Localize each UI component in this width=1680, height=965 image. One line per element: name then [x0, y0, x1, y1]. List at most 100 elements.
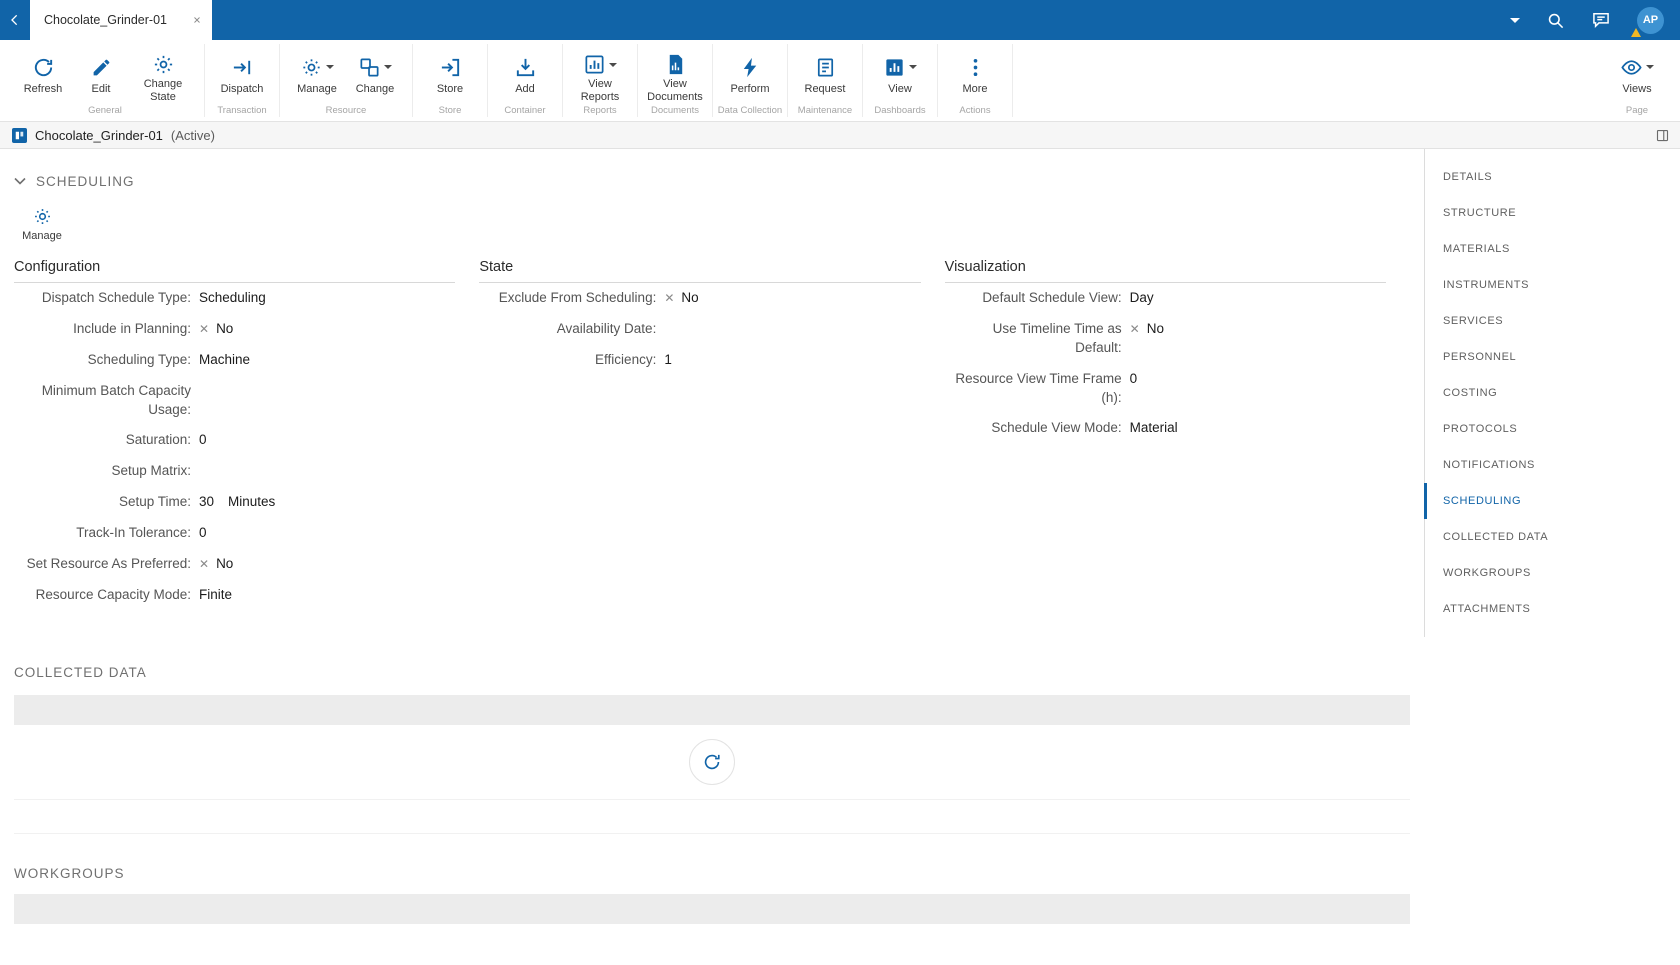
avatar[interactable]: AP	[1631, 6, 1664, 37]
sidebar-item-structure[interactable]: STRUCTURE	[1425, 195, 1680, 231]
button-label: More	[962, 83, 988, 95]
sidebar-item-attachments[interactable]: ATTACHMENTS	[1425, 591, 1680, 627]
field-value: 30 Minutes	[199, 493, 275, 512]
field-label: Setup Time:	[118, 494, 191, 510]
field-value: 1	[664, 351, 672, 370]
collapse-chevron-icon[interactable]	[1507, 17, 1520, 23]
button-label: Dispatch	[220, 83, 264, 95]
change-state-icon	[152, 53, 175, 76]
button-label: Views	[1622, 83, 1652, 95]
tab-close-icon[interactable]	[192, 15, 202, 25]
field-row: Resource View Time Frame (h): 0	[945, 364, 1386, 414]
field-row: Use Timeline Time as Default: ✕ No	[945, 314, 1386, 364]
sidebar-item-materials[interactable]: MATERIALS	[1425, 231, 1680, 267]
group-label: Data Collection	[717, 105, 783, 116]
manage-button[interactable]: Manage	[288, 50, 346, 101]
report-chart-icon	[585, 55, 604, 74]
field-value-text: 0	[1129, 370, 1138, 386]
section-title: WORKGROUPS	[14, 866, 125, 882]
sidebar-item-workgroups[interactable]: WORKGROUPS	[1425, 555, 1680, 591]
button-label: Refresh	[23, 83, 63, 95]
false-icon: ✕	[199, 557, 210, 572]
change-button[interactable]: Change	[346, 50, 404, 101]
field-row: Set Resource As Preferred: ✕ No	[14, 549, 455, 580]
chevron-down-icon	[14, 177, 26, 185]
workgroups-section-header[interactable]: WORKGROUPS	[14, 864, 1410, 884]
button-label: Change	[355, 83, 395, 95]
field-value: ✕ No	[199, 555, 233, 574]
scheduling-section-header[interactable]: SCHEDULING	[14, 171, 1410, 191]
sidebar-item-instruments[interactable]: INSTRUMENTS	[1425, 267, 1680, 303]
field-value-text: No	[681, 290, 699, 305]
field-label: Set Resource As Preferred:	[26, 556, 191, 572]
sidebar-item-costing[interactable]: COSTING	[1425, 375, 1680, 411]
column-header: Configuration	[14, 259, 456, 283]
dispatch-button[interactable]: Dispatch	[213, 50, 271, 101]
tab-chocolate-grinder-01[interactable]: Chocolate_Grinder-01	[30, 0, 212, 40]
ribbon-group-reports: View Reports Reports	[563, 44, 638, 117]
view-dashboards-button[interactable]: View	[871, 50, 929, 101]
ribbon-group-data-collection: Perform Data Collection	[713, 44, 788, 117]
refresh-button[interactable]: Refresh	[14, 50, 72, 101]
button-label: View Documents	[647, 78, 703, 103]
sidebar-item-details[interactable]: DETAILS	[1425, 159, 1680, 195]
visualization-fields: Default Schedule View: Day Use Timeline Ti…	[945, 283, 1386, 444]
group-label: Store	[438, 105, 462, 116]
edit-button[interactable]: Edit	[72, 50, 130, 101]
views-button[interactable]: Views	[1608, 50, 1666, 101]
sidebar-item-notifications[interactable]: NOTIFICATIONS	[1425, 447, 1680, 483]
field-value-text: Finite	[199, 586, 233, 602]
field-label: Resource View Time Frame (h):	[955, 370, 1122, 405]
messages-icon[interactable]	[1591, 10, 1611, 30]
ribbon-group-maintenance: Request Maintenance	[788, 44, 863, 117]
store-icon	[439, 53, 462, 81]
field-value-text: Day	[1129, 290, 1154, 305]
request-form-icon	[814, 53, 837, 81]
group-label: Reports	[583, 105, 617, 116]
eye-icon	[1621, 59, 1642, 75]
field-value-text: No	[216, 320, 234, 336]
button-label: Change State	[143, 78, 183, 103]
open-panel-icon[interactable]	[1655, 128, 1670, 143]
button-label: View	[888, 83, 912, 95]
button-label: Add	[515, 83, 535, 95]
workgroups-table-header	[14, 893, 1410, 924]
collected-data-table-header	[14, 694, 1410, 725]
sidebar-item-scheduling[interactable]: SCHEDULING	[1424, 483, 1680, 519]
change-state-button[interactable]: Change State	[130, 50, 196, 103]
perform-button[interactable]: Perform	[721, 50, 779, 101]
dropdown-caret-icon	[609, 62, 617, 67]
view-reports-button[interactable]: View Reports	[571, 50, 629, 103]
field-label: Saturation:	[125, 432, 191, 448]
add-container-button[interactable]: Add	[496, 50, 554, 101]
group-label: Transaction	[217, 105, 267, 116]
field-value: Day	[1130, 289, 1154, 308]
search-icon[interactable]	[1546, 11, 1565, 30]
field-value: Scheduling	[199, 289, 266, 308]
field-row: Track-In Tolerance: 0	[14, 518, 455, 549]
topbar-actions: AP	[1507, 6, 1680, 37]
field-unit: Minutes	[228, 494, 276, 510]
ribbon-toolbar: Refresh Edit Change State General Dispat…	[0, 40, 1680, 122]
pencil-icon	[91, 53, 112, 81]
sidebar-item-personnel[interactable]: PERSONNEL	[1425, 339, 1680, 375]
request-button[interactable]: Request	[796, 50, 854, 101]
view-documents-button[interactable]: View Documents	[646, 50, 704, 103]
ribbon-group-dashboards: View Dashboards	[863, 44, 938, 117]
sidebar-item-collected-data[interactable]: COLLECTED DATA	[1425, 519, 1680, 555]
ribbon-group-general: Refresh Edit Change State General	[6, 44, 205, 117]
field-row: Scheduling Type: Machine	[14, 345, 455, 376]
group-label: Resource	[325, 105, 367, 116]
back-button[interactable]	[0, 0, 30, 40]
field-row: Resource Capacity Mode: Finite	[14, 580, 455, 611]
scheduling-manage-button[interactable]: Manage	[14, 201, 70, 247]
field-value: ✕ No	[199, 320, 233, 339]
dropdown-caret-icon	[1646, 65, 1654, 69]
more-button[interactable]: More	[946, 50, 1004, 101]
configuration-column: Configuration Dispatch Schedule Type: Sch…	[14, 259, 479, 611]
sidebar-item-protocols[interactable]: PROTOCOLS	[1425, 411, 1680, 447]
visualization-column: Visualization Default Schedule View: Day U…	[944, 259, 1410, 611]
store-button[interactable]: Store	[421, 50, 479, 101]
collected-data-section-header[interactable]: COLLECTED DATA	[14, 663, 1410, 683]
sidebar-item-services[interactable]: SERVICES	[1425, 303, 1680, 339]
